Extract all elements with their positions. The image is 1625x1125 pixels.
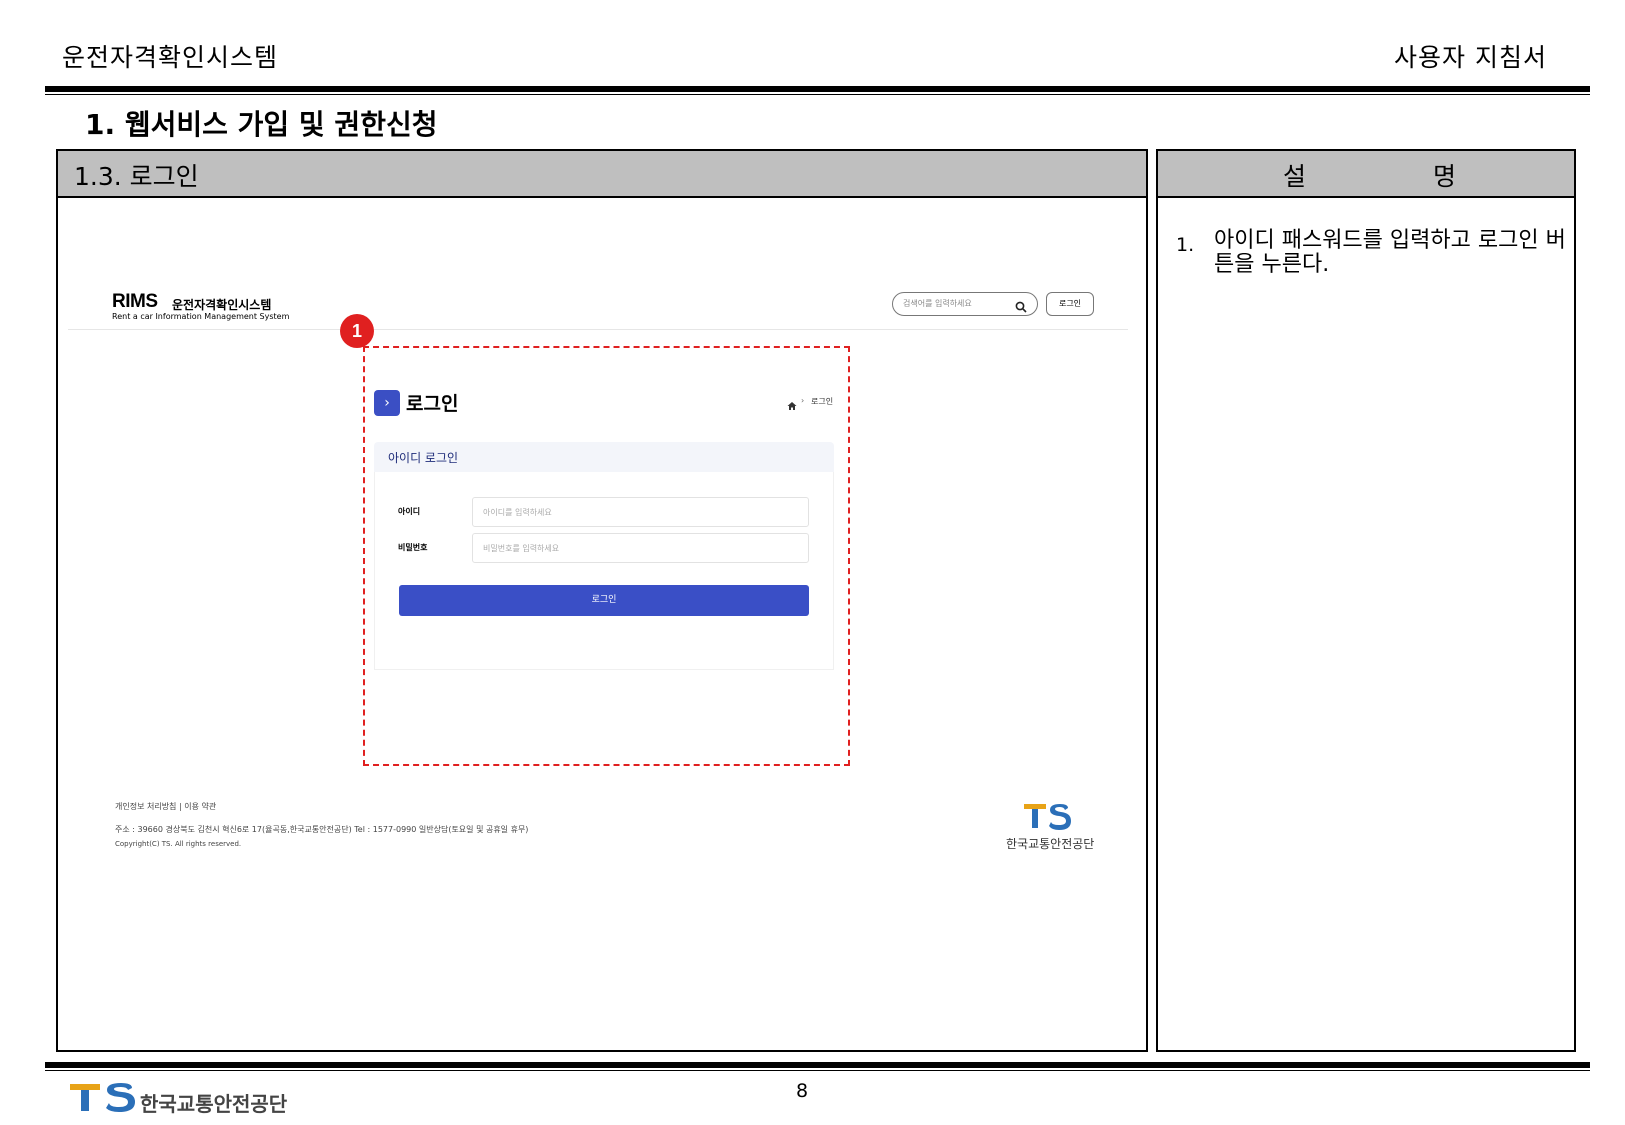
screenshot-panel-title: 1.3. 로그인 <box>74 162 199 191</box>
search-input[interactable]: 검색어를 입력하세요 <box>892 292 1038 316</box>
screenshot-panel-header: 1.3. 로그인 <box>58 151 1146 198</box>
header-rule-thin <box>45 94 1590 95</box>
page-title: 로그인 <box>406 393 459 415</box>
password-placeholder: 비밀번호를 입력하세요 <box>483 544 560 553</box>
id-label: 아이디 <box>398 507 421 516</box>
login-card-header: 아이디 로그인 <box>374 442 834 472</box>
site-footer-links[interactable]: 개인정보 처리방침 | 이용 약관 <box>115 801 216 812</box>
breadcrumb-separator-icon: › <box>801 396 805 405</box>
site-footer-address: 주소 : 39660 경상북도 김천시 혁신6로 17(율곡동,한국교통안전공단… <box>115 825 529 834</box>
footer-org-name: 한국교통안전공단 <box>140 1092 288 1116</box>
step-marker: 1 <box>340 314 374 348</box>
password-label: 비밀번호 <box>398 543 428 552</box>
ts-logo-icon <box>1024 804 1072 834</box>
section-title: 1. 웹서비스 가입 및 권한신청 <box>85 108 438 141</box>
description-item-text: 아이디 패스워드를 입력하고 로그인 버튼을 누른다. <box>1214 228 1566 277</box>
login-card-title: 아이디 로그인 <box>388 451 459 465</box>
password-field[interactable]: 비밀번호를 입력하세요 <box>472 533 809 563</box>
footer-ts-logo-icon <box>70 1082 136 1116</box>
login-button[interactable]: 로그인 <box>399 585 809 616</box>
header-rule <box>45 86 1590 92</box>
description-item-number: 1. <box>1176 234 1195 256</box>
id-field[interactable]: 아이디를 입력하세요 <box>472 497 809 527</box>
doc-header-subtitle: 사용자 지침서 <box>1394 43 1547 72</box>
doc-header-title: 운전자격확인시스템 <box>62 43 279 72</box>
footer-rule <box>45 1062 1590 1068</box>
home-icon[interactable] <box>787 396 797 415</box>
id-placeholder: 아이디를 입력하세요 <box>483 508 552 517</box>
header-login-button[interactable]: 로그인 <box>1046 292 1094 316</box>
rims-logo[interactable]: RIMS <box>112 291 158 313</box>
description-panel-header: 설 명 <box>1158 151 1574 198</box>
rims-logo-korean: 운전자격확인시스템 <box>172 298 272 312</box>
chevron-right-icon: › <box>374 390 400 416</box>
description-title-a: 설 <box>1283 162 1307 191</box>
ts-org-name: 한국교통안전공단 <box>1006 837 1095 851</box>
site-footer-copyright: Copyright(C) TS. All rights reserved. <box>115 840 242 848</box>
breadcrumb-current: 로그인 <box>811 397 834 406</box>
page-number: 8 <box>796 1080 809 1102</box>
rims-logo-subtitle: Rent a car Information Management System <box>112 312 290 321</box>
description-title-b: 명 <box>1433 162 1457 191</box>
search-icon[interactable] <box>1015 298 1027 317</box>
search-placeholder: 검색어를 입력하세요 <box>903 299 972 308</box>
footer-rule-thin <box>45 1070 1590 1071</box>
description-panel: 설 명 1. 아이디 패스워드를 입력하고 로그인 버튼을 누른다. <box>1156 149 1576 1052</box>
site-header-divider <box>68 329 1128 330</box>
